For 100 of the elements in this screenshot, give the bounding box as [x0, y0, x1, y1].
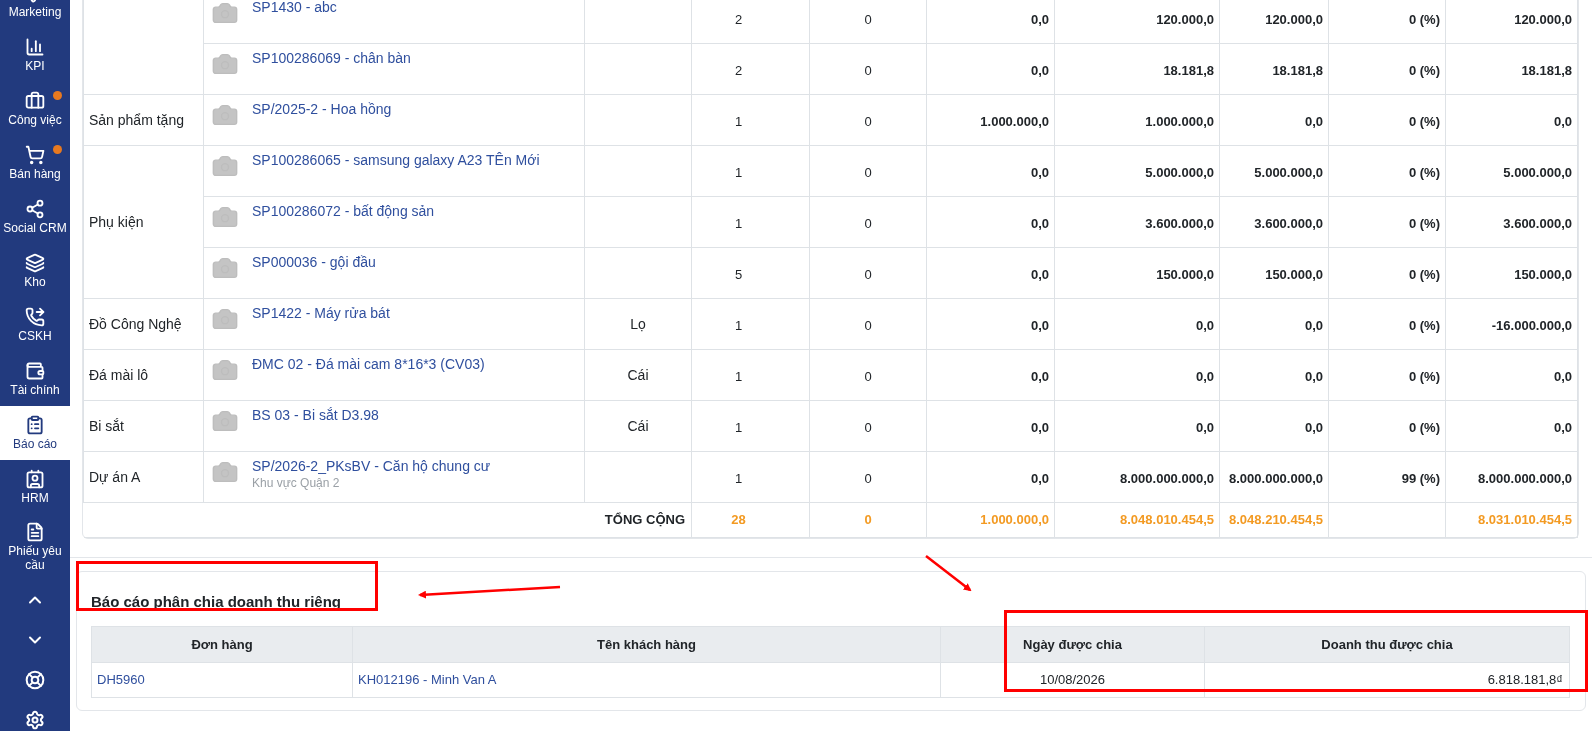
table-cell: 1: [734, 471, 743, 487]
section-title: Báo cáo phân chia doanh thu riêng: [91, 593, 342, 610]
total-cell: 0: [864, 512, 872, 528]
table-cell: 8.000.000.000,0: [1478, 471, 1572, 487]
table-cell: 0: [864, 471, 872, 487]
group-label: Phụ kiện: [89, 213, 144, 230]
sidebar-label: Kho: [24, 275, 46, 289]
table-link[interactable]: KH012196 - Minh Van A: [358, 672, 497, 688]
sidebar-item[interactable]: Marketing: [0, 0, 70, 28]
product-link[interactable]: SP100286069 - chân bàn: [252, 48, 411, 68]
table-cell: 0: [864, 165, 872, 181]
table-cell: 1: [734, 216, 743, 232]
table-cell: 1: [734, 165, 743, 181]
sidebar-item[interactable]: KPI: [0, 28, 70, 82]
table-cell: 0 (%): [1408, 63, 1440, 79]
table-cell: 0,0: [1553, 369, 1572, 385]
lifebuoy-icon: [25, 670, 45, 690]
table-link[interactable]: DH5960: [97, 672, 145, 688]
table-cell: 3.600.000,0: [1254, 216, 1323, 232]
sidebar-label: Phiếu yêu cầu: [7, 544, 63, 572]
sidebar-item[interactable]: Bán hàng: [0, 136, 70, 190]
table-cell: 1: [734, 318, 743, 334]
sidebar-item[interactable]: CSKH: [0, 298, 70, 352]
table-cell: 0 (%): [1408, 318, 1440, 334]
total-cell: 8.048.210.454,5: [1229, 512, 1323, 528]
sidebar-item[interactable]: Tài chính: [0, 352, 70, 406]
table-cell: 0 (%): [1408, 420, 1440, 436]
table-cell: 0 (%): [1408, 267, 1440, 283]
table-cell: 0: [864, 114, 872, 130]
table-cell: 5.000.000,0: [1503, 165, 1572, 181]
table-cell: 1: [734, 369, 743, 385]
document-icon: [25, 522, 45, 542]
column-header: Ngày được chia: [1023, 636, 1122, 652]
group-label: Bi sắt: [89, 417, 124, 434]
share-icon: [25, 199, 45, 219]
unit-text: Cái: [627, 417, 649, 434]
sidebar-item[interactable]: Báo cáo: [0, 406, 70, 460]
sidebar-item[interactable]: Kho: [0, 244, 70, 298]
total-cell: 8.048.010.454,5: [1120, 512, 1214, 528]
column-header: Đơn hàng: [191, 636, 253, 652]
table-cell: 0 (%): [1408, 12, 1440, 28]
table-cell: 0,0: [1553, 420, 1572, 436]
table-cell: 2: [734, 63, 743, 79]
table-cell: 0,0: [1030, 471, 1049, 487]
table-cell: 3.600.000,0: [1145, 216, 1214, 232]
briefcase-icon: [25, 91, 45, 111]
total-label: TỔNG CỘNG: [604, 512, 685, 528]
product-link[interactable]: SP/2025-2 - Hoa hồng: [252, 99, 392, 119]
annotation-arrow: [925, 555, 972, 592]
group-label: Đá mài lô: [89, 366, 149, 383]
product-link[interactable]: SP1430 - abc: [252, 0, 337, 17]
table-cell: 120.000,0: [1265, 12, 1323, 28]
clipboard-icon: [25, 415, 45, 435]
total-cell: 28: [731, 512, 746, 528]
sidebar-label: Marketing: [8, 5, 62, 19]
table-cell: 0,0: [1304, 318, 1323, 334]
table-cell: 0,0: [1030, 267, 1049, 283]
table-cell: 5: [734, 267, 743, 283]
sidebar-label: HRM: [21, 491, 49, 505]
table-cell: 99 (%): [1401, 471, 1440, 487]
table-cell: -16.000.000,0: [1491, 318, 1572, 334]
table-cell: 5.000.000,0: [1254, 165, 1323, 181]
group-label: Dự án A: [89, 468, 141, 485]
table-cell: 0,0: [1195, 318, 1214, 334]
sidebar-item[interactable]: Phiếu yêu cầu: [0, 514, 70, 580]
table-cell: 18.181,8: [1521, 63, 1572, 79]
table-cell: 0,0: [1030, 216, 1049, 232]
table-cell: 150.000,0: [1514, 267, 1572, 283]
table-cell: 3.600.000,0: [1503, 216, 1572, 232]
table-cell: 0,0: [1030, 12, 1049, 28]
table-cell: 8.000.000.000,0: [1229, 471, 1323, 487]
product-link[interactable]: SP/2026-2_PKsBV - Căn hộ chung cư: [252, 456, 491, 476]
table-cell: 1: [734, 420, 743, 436]
sidebar-item[interactable]: HRM: [0, 460, 70, 514]
product-link[interactable]: BS 03 - Bi sắt D3.98: [252, 405, 379, 425]
table-cell: 0 (%): [1408, 165, 1440, 181]
sidebar-item[interactable]: Social CRM: [0, 190, 70, 244]
table-cell: 0 (%): [1408, 114, 1440, 130]
table-cell: 6.818.181,8₫: [1487, 672, 1563, 688]
table-cell: 0: [864, 267, 872, 283]
table-cell: 1.000.000,0: [980, 114, 1049, 130]
sidebar-label: Báo cáo: [12, 437, 57, 451]
total-cell: 8.031.010.454,5: [1478, 512, 1572, 528]
sidebar-item[interactable]: Công việc: [0, 82, 70, 136]
table-cell: 0,0: [1030, 165, 1049, 181]
id-card-icon: [25, 469, 45, 489]
table-cell: 120.000,0: [1156, 12, 1214, 28]
table-cell: 0,0: [1304, 420, 1323, 436]
product-link[interactable]: SP1422 - Máy rửa bát: [252, 303, 390, 323]
unit-text: Lọ: [630, 315, 646, 332]
product-link[interactable]: SP000036 - gội đầu: [252, 252, 376, 272]
table-cell: 5.000.000,0: [1145, 165, 1214, 181]
table-cell: 0,0: [1304, 114, 1323, 130]
table-cell: 18.181,8: [1163, 63, 1214, 79]
unit-text: Cái: [627, 366, 649, 383]
stack-icon: [25, 253, 45, 273]
product-subtitle: Khu vực Quận 2: [252, 476, 341, 490]
table-cell: 2: [734, 12, 743, 28]
table-cell: 0: [864, 63, 872, 79]
product-link[interactable]: SP100286072 - bất động sản: [252, 201, 435, 221]
